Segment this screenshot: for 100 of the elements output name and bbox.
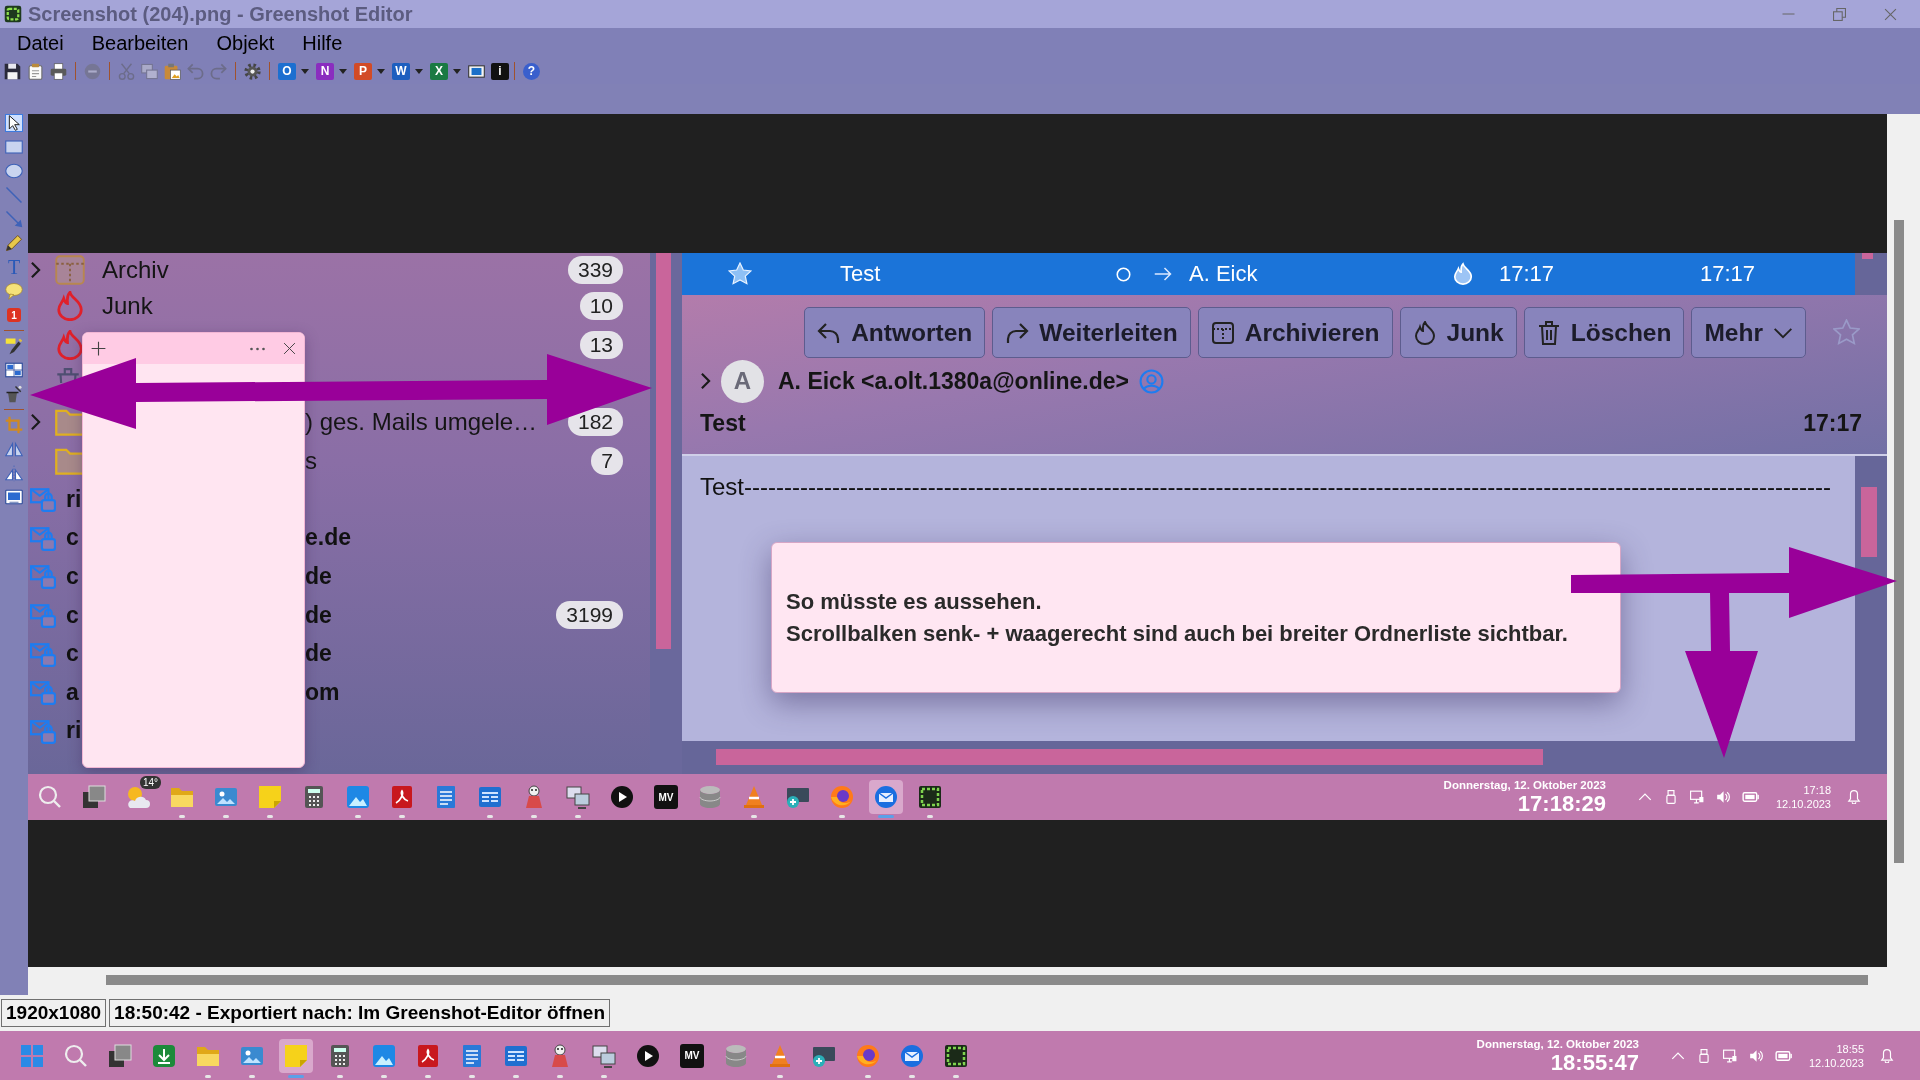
more-button[interactable]: Mehr [1691, 307, 1806, 358]
archive-button[interactable]: Archivieren [1197, 307, 1393, 358]
clock-date[interactable]: 12.10.2023 [1808, 1055, 1864, 1070]
star-icon[interactable] [1833, 319, 1860, 346]
monitor-plus-icon[interactable] [786, 785, 810, 809]
letter-tile-button[interactable]: N [316, 62, 334, 80]
restore-icon[interactable] [1833, 7, 1846, 21]
document-icon[interactable] [390, 785, 414, 809]
account-name[interactable]: e.de [305, 524, 352, 551]
bucket-icon[interactable] [5, 385, 23, 403]
sticky-note-icon[interactable] [258, 785, 282, 809]
battery-icon[interactable] [1741, 792, 1760, 802]
letter-tile-button[interactable]: X [430, 62, 448, 80]
circle-icon[interactable] [1116, 266, 1131, 282]
junk-button[interactable]: Junk [1399, 307, 1517, 358]
folder-name[interactable]: Archiv [102, 256, 169, 283]
folder-name[interactable]: s [305, 446, 317, 474]
chevron-icon[interactable] [30, 413, 41, 432]
account-name[interactable]: a [66, 678, 79, 705]
disc-icon[interactable] [856, 1043, 880, 1068]
monitors-icon[interactable] [566, 785, 590, 809]
calculator-icon[interactable] [302, 785, 326, 809]
chevron-up-icon[interactable] [1670, 1051, 1685, 1060]
traffic-cone-icon[interactable] [742, 785, 766, 809]
account-name[interactable]: c [66, 562, 79, 589]
usb-drive-icon[interactable] [1663, 790, 1678, 804]
caret-icon[interactable] [415, 68, 423, 74]
caret-icon[interactable] [377, 68, 385, 74]
window-icon[interactable] [504, 1043, 528, 1068]
triangles-icon[interactable] [5, 440, 23, 458]
more-icon[interactable] [249, 346, 266, 351]
search-icon[interactable] [38, 785, 62, 809]
mail-circle-icon[interactable] [900, 1043, 924, 1068]
clock-date[interactable]: 12.10.2023 [1775, 797, 1831, 811]
landscape-icon[interactable] [346, 785, 370, 809]
plus-icon[interactable] [91, 341, 106, 356]
account-name[interactable]: ri [66, 485, 82, 512]
menu-item[interactable]: Hilfe [288, 29, 357, 57]
task-view-icon[interactable] [108, 1043, 132, 1068]
highlighter-icon[interactable] [5, 337, 23, 355]
app-tile[interactable]: MV [654, 785, 678, 809]
speaker-icon[interactable] [1715, 790, 1730, 804]
account-name[interactable]: c [66, 524, 79, 551]
account-name[interactable]: om [305, 678, 340, 705]
pointer-icon[interactable] [5, 114, 23, 132]
letter-tile-button[interactable]: W [392, 62, 410, 80]
close-icon[interactable] [283, 342, 296, 355]
account-name[interactable]: c [66, 640, 79, 667]
monitor-icon[interactable] [1722, 1048, 1737, 1063]
chevron-icon[interactable] [700, 372, 711, 390]
scroll-thumb[interactable] [1862, 253, 1873, 259]
grid-icon[interactable] [5, 361, 23, 379]
caret-icon[interactable] [453, 68, 461, 74]
chevron-icon[interactable] [30, 261, 41, 279]
folder-name[interactable]: Junk [102, 292, 153, 320]
rectangle-icon[interactable] [5, 138, 23, 156]
menu-item[interactable]: Objekt [202, 29, 289, 57]
notepad-icon[interactable] [460, 1043, 484, 1068]
caret-icon[interactable] [301, 68, 309, 74]
picture-icon[interactable] [214, 785, 238, 809]
folder-icon[interactable] [170, 785, 194, 809]
bell-icon[interactable] [1880, 1048, 1894, 1063]
monitor-icon[interactable] [1689, 790, 1704, 804]
calculator-icon[interactable] [328, 1043, 352, 1068]
scroll-thumb[interactable] [106, 975, 1868, 985]
battery-icon[interactable] [1774, 1050, 1793, 1061]
letter-tile-button[interactable]: O [278, 62, 296, 80]
scroll-thumb[interactable] [716, 749, 1543, 765]
ellipse-icon[interactable] [5, 162, 23, 180]
traffic-cone-icon[interactable] [768, 1043, 792, 1068]
monitors-icon[interactable] [592, 1043, 616, 1068]
chevron-up-icon[interactable] [1637, 793, 1652, 801]
disc-icon[interactable] [830, 785, 854, 809]
help-button[interactable]: ? [523, 62, 540, 80]
document-icon[interactable] [416, 1043, 440, 1068]
menu-item[interactable]: Bearbeiten [77, 29, 203, 57]
screen-icon[interactable] [468, 62, 485, 80]
message-row[interactable]: Test A. Eick 17:17 17:17 [682, 253, 1855, 295]
task-view-icon[interactable] [82, 785, 106, 809]
sticky-note-icon[interactable] [279, 1038, 313, 1073]
landscape-icon[interactable] [372, 1043, 396, 1068]
download-icon[interactable] [152, 1043, 176, 1068]
screen-icon[interactable] [5, 488, 23, 506]
app-tile[interactable]: MV [680, 1043, 704, 1068]
scroll-thumb[interactable] [656, 253, 671, 649]
sun-cloud-icon[interactable] [126, 785, 150, 809]
speech-bubble-icon[interactable] [5, 282, 23, 300]
account-name[interactable]: c [66, 601, 79, 628]
account-name[interactable]: de [305, 601, 332, 628]
window-icon[interactable] [478, 785, 502, 809]
folder-name[interactable]: ) ges. Mails umgele… [305, 408, 538, 436]
paste-icon[interactable] [164, 62, 181, 80]
pencil-icon[interactable] [5, 234, 23, 252]
speaker-icon[interactable] [1748, 1048, 1763, 1063]
play-icon[interactable] [636, 1043, 660, 1068]
forward-button[interactable]: Weiterleiten [992, 307, 1191, 358]
triangles-icon[interactable] [5, 464, 23, 482]
clipboard-icon[interactable] [27, 62, 44, 80]
play-icon[interactable] [610, 785, 634, 809]
printer-icon[interactable] [50, 62, 67, 80]
